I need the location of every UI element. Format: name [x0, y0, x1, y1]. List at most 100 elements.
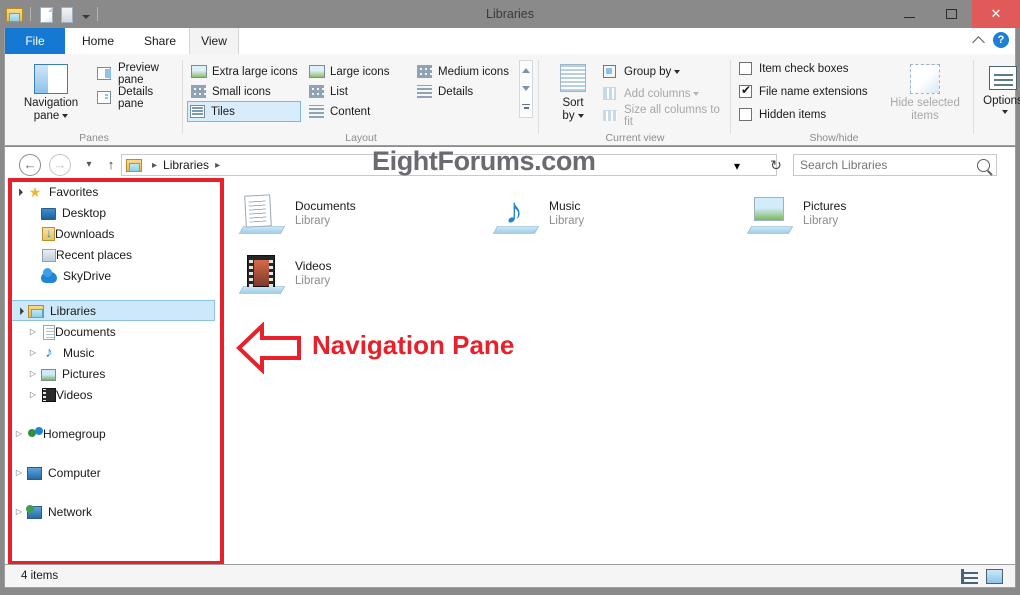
breadcrumb-separator-1: ▸	[215, 159, 221, 171]
sidebar-item-favorites[interactable]: ◢ ★ Favorites	[11, 181, 221, 202]
tile-name-music: Music	[549, 199, 581, 213]
layout-extra-large-icons[interactable]: Extra large icons	[189, 62, 301, 82]
content-icon	[309, 104, 325, 120]
sidebar-item-downloads[interactable]: Downloads	[25, 223, 221, 244]
address-dropdown-button[interactable]: ▾	[728, 157, 746, 175]
file-name-extensions-checkbox[interactable]: File name extensions	[739, 83, 868, 98]
sidebar-item-videos[interactable]: ▷ Videos	[25, 384, 221, 405]
layout-large-icons[interactable]: Large icons	[307, 62, 413, 82]
medium-icons-icon	[417, 64, 433, 80]
sidebar-item-desktop[interactable]: Desktop	[25, 202, 221, 223]
layout-small-icons[interactable]: Small icons	[189, 82, 301, 102]
sidebar-item-music[interactable]: ▷ ♪ Music	[25, 342, 221, 363]
sidebar-item-network[interactable]: ▷ Network	[11, 501, 221, 522]
chevron-down-icon-4	[693, 92, 700, 96]
chevron-up-icon[interactable]	[972, 35, 985, 49]
recent-locations-button[interactable]: ▾	[79, 154, 99, 176]
navigation-pane: ◢★FavoritesDesktopDownloadsRecent places…	[5, 181, 221, 564]
videos-library-icon	[238, 253, 286, 299]
documents-icon	[43, 324, 55, 340]
maximize-button[interactable]	[930, 0, 972, 28]
hide-selected-label-1: Hide selected	[890, 97, 960, 109]
expander-closed-icon[interactable]: ▷	[11, 468, 27, 477]
preview-pane-button[interactable]: Preview pane	[95, 62, 179, 86]
sidebar-item-computer[interactable]: ▷ Computer	[11, 462, 221, 483]
tab-file[interactable]: File	[5, 28, 65, 54]
layout-label-3: Small icons	[212, 86, 271, 98]
music-library-icon: ♪	[492, 193, 540, 239]
hidden-items-checkbox[interactable]: Hidden items	[739, 108, 826, 121]
group-by-button[interactable]: Group by	[601, 62, 723, 82]
up-button[interactable]: ↑	[101, 154, 121, 176]
pictures-library-icon	[746, 193, 794, 239]
sidebar-item-recent-places[interactable]: Recent places	[25, 244, 221, 265]
options-button[interactable]: Options	[975, 58, 1020, 134]
gallery-more-icon[interactable]	[522, 103, 530, 111]
hidden-items-label: Hidden items	[759, 108, 827, 121]
breadcrumb-item-libraries[interactable]: Libraries	[163, 158, 209, 172]
details-pane-icon	[97, 90, 113, 106]
navigation-pane-button[interactable]: Navigation pane	[13, 58, 89, 134]
sort-by-button[interactable]: Sort by	[545, 58, 601, 134]
music-icon: ♪	[45, 343, 53, 361]
tab-share[interactable]: Share	[131, 28, 189, 54]
explorer-body: ◢★FavoritesDesktopDownloadsRecent places…	[4, 181, 1016, 564]
tiles-icon	[190, 104, 206, 120]
forward-button[interactable]: →	[49, 154, 71, 176]
minimize-button[interactable]	[888, 0, 930, 28]
sidebar-item-pictures[interactable]: ▷ Pictures	[25, 363, 221, 384]
help-icon[interactable]: ?	[993, 32, 1009, 48]
layout-label-2: Medium icons	[438, 66, 509, 78]
list-item[interactable]: Pictures Library	[746, 193, 846, 239]
expander-open-icon[interactable]: ◢	[11, 183, 28, 200]
expander-open-icon[interactable]: ◢	[12, 302, 29, 319]
annotation-label: Navigation Pane	[312, 330, 515, 360]
group-by-icon	[603, 64, 619, 80]
layout-content[interactable]: Content	[307, 102, 413, 122]
tab-home[interactable]: Home	[65, 28, 131, 54]
list-item[interactable]: Videos Library	[238, 253, 331, 299]
sidebar-item-label: Network	[48, 504, 93, 519]
layout-details[interactable]: Details	[415, 82, 527, 102]
tab-view[interactable]: View	[189, 28, 239, 54]
large-icons-view-button[interactable]	[986, 569, 1003, 584]
list-item[interactable]: Documents Library	[238, 193, 356, 239]
scroll-up-icon[interactable]	[522, 67, 530, 73]
sidebar-item-skydrive[interactable]: SkyDrive	[25, 265, 221, 286]
title-bar: Libraries ✕	[0, 0, 1020, 28]
size-all-columns-label: Size all columns to fit	[624, 104, 720, 128]
sidebar-item-label: Computer	[48, 465, 101, 480]
layout-list[interactable]: List	[307, 82, 413, 102]
scroll-down-icon[interactable]	[522, 85, 530, 91]
expander-closed-icon[interactable]: ▷	[25, 348, 41, 357]
item-check-boxes-checkbox[interactable]: Item check boxes	[739, 62, 848, 75]
details-pane-button[interactable]: Details pane	[95, 86, 179, 110]
back-button[interactable]: ←	[19, 154, 41, 176]
expander-closed-icon[interactable]: ▷	[11, 429, 27, 438]
refresh-button[interactable]: ↻	[765, 155, 787, 175]
close-button[interactable]: ✕	[972, 0, 1020, 28]
search-box[interactable]: Search Libraries	[793, 154, 997, 176]
details-view-button[interactable]	[961, 569, 978, 584]
search-input[interactable]: Search Libraries	[800, 158, 977, 172]
documents-library-icon	[238, 193, 286, 239]
layout-medium-icons[interactable]: Medium icons	[415, 62, 527, 82]
add-columns-icon	[603, 86, 619, 102]
breadcrumb-folder-icon	[126, 158, 142, 172]
expander-closed-icon[interactable]: ▷	[11, 507, 27, 516]
list-item[interactable]: ♪ Music Library	[492, 193, 584, 239]
group-label-panes: Panes	[79, 132, 109, 144]
expander-closed-icon[interactable]: ▷	[25, 390, 41, 399]
library-icon	[28, 305, 44, 318]
sidebar-item-libraries[interactable]: ◢ Libraries	[11, 300, 215, 321]
navigation-pane-label-1: Navigation	[23, 97, 79, 109]
sidebar-item-documents[interactable]: ▷ Documents	[25, 321, 221, 342]
sidebar-item-homegroup[interactable]: ▷ Homegroup	[11, 423, 221, 444]
expander-closed-icon[interactable]: ▷	[25, 369, 41, 378]
expander-closed-icon[interactable]: ▷	[25, 327, 41, 336]
layout-label-4: List	[330, 86, 348, 98]
layout-tiles[interactable]: Tiles	[187, 101, 301, 122]
layout-gallery-scroll[interactable]	[519, 60, 533, 118]
